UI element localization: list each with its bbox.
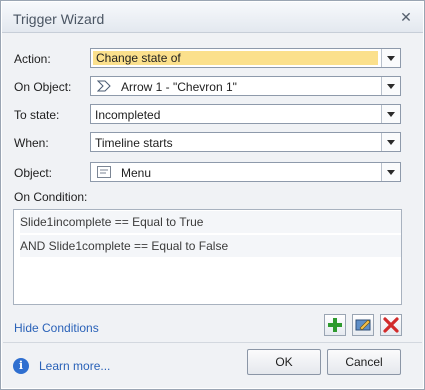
action-value: Change state of — [93, 51, 378, 65]
object-dropdown[interactable]: Menu — [90, 162, 401, 182]
object-value: Menu — [121, 166, 152, 180]
chevron-down-icon[interactable] — [381, 133, 400, 151]
list-item[interactable]: AND Slide1complete == Equal to False — [20, 235, 401, 257]
to-state-label: To state: — [14, 108, 60, 122]
action-dropdown[interactable]: Change state of — [90, 48, 401, 68]
cancel-button[interactable]: Cancel — [327, 349, 401, 375]
on-object-label: On Object: — [14, 80, 72, 94]
plus-icon — [328, 318, 342, 332]
when-value: Timeline starts — [95, 136, 173, 150]
chevron-shape-icon — [97, 80, 111, 92]
action-label: Action: — [14, 52, 51, 66]
on-object-value: Arrow 1 - "Chevron 1" — [121, 80, 237, 94]
to-state-value: Incompleted — [95, 108, 161, 122]
hide-conditions-link[interactable]: Hide Conditions — [14, 321, 99, 335]
close-icon[interactable]: ✕ — [397, 8, 415, 26]
when-label: When: — [14, 136, 49, 150]
when-row: When: Timeline starts — [14, 132, 401, 154]
chevron-down-icon[interactable] — [381, 163, 400, 181]
action-row: Action: Change state of — [14, 48, 401, 70]
edit-condition-button[interactable] — [352, 314, 374, 336]
object-label: Object: — [14, 166, 53, 180]
info-icon: i — [13, 358, 29, 374]
conditions-list: Slide1incomplete == Equal to True AND Sl… — [13, 209, 402, 305]
chevron-down-icon[interactable] — [381, 49, 400, 67]
window-title: Trigger Wizard — [13, 11, 105, 27]
object-row: Object: Menu — [14, 162, 401, 184]
chevron-down-icon[interactable] — [381, 77, 400, 95]
on-condition-label: On Condition: — [14, 190, 88, 204]
menu-object-icon — [97, 166, 111, 178]
on-object-dropdown[interactable]: Arrow 1 - "Chevron 1" — [90, 76, 401, 96]
dialog-body: Action: Change state of On Object: Arrow… — [2, 33, 423, 388]
on-object-row: On Object: Arrow 1 - "Chevron 1" — [14, 76, 401, 98]
learn-more-link[interactable]: Learn more... — [39, 359, 110, 373]
footer-divider — [3, 342, 422, 343]
delete-condition-button[interactable] — [380, 314, 402, 336]
title-bar: Trigger Wizard ✕ — [2, 2, 423, 33]
ok-button[interactable]: OK — [247, 349, 321, 375]
chevron-down-icon[interactable] — [381, 105, 400, 123]
when-dropdown[interactable]: Timeline starts — [90, 132, 401, 152]
edit-icon — [355, 319, 371, 331]
trigger-wizard-dialog: Trigger Wizard ✕ Action: Change state of… — [0, 0, 425, 390]
to-state-row: To state: Incompleted — [14, 104, 401, 126]
add-condition-button[interactable] — [324, 314, 346, 336]
delete-icon — [383, 317, 399, 333]
list-item[interactable]: Slide1incomplete == Equal to True — [20, 211, 401, 233]
to-state-dropdown[interactable]: Incompleted — [90, 104, 401, 124]
